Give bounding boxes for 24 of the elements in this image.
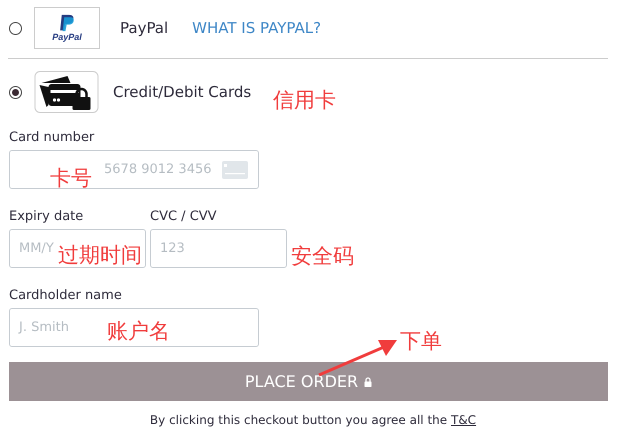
payment-method-label: PayPal (120, 19, 168, 37)
cards-lock-icon (34, 71, 99, 113)
annotation-text: 账户名 (107, 319, 170, 343)
annotation-text: 信用卡 (273, 88, 336, 112)
field-label: Cardholder name (9, 289, 122, 303)
place-order-button[interactable]: PLACE ORDER (9, 362, 608, 401)
paypal-p-icon (58, 14, 76, 32)
what-is-paypal-link[interactable]: WHAT IS PAYPAL? (192, 19, 322, 37)
cvc-field[interactable]: 123 (150, 229, 287, 268)
payment-method-label: Credit/Debit Cards (113, 83, 252, 101)
terms-text: By clicking this checkout button you agree all the (150, 413, 448, 427)
radio-button[interactable] (9, 22, 22, 34)
annotation-text: 下单 (400, 329, 442, 353)
field-label: CVC / CVV (150, 210, 217, 224)
logo-text: PayPal (52, 32, 82, 42)
field-label: Expiry date (9, 210, 84, 224)
annotation-text: 卡号 (50, 166, 92, 190)
card-icon (222, 161, 248, 179)
annotation-text: 过期时间 (58, 243, 142, 267)
field-label: Card number (9, 131, 94, 145)
annotation-text: 安全码 (291, 244, 354, 268)
lock-icon (364, 376, 372, 386)
terms-link[interactable]: T&C (450, 413, 476, 427)
radio-button[interactable] (9, 86, 22, 98)
